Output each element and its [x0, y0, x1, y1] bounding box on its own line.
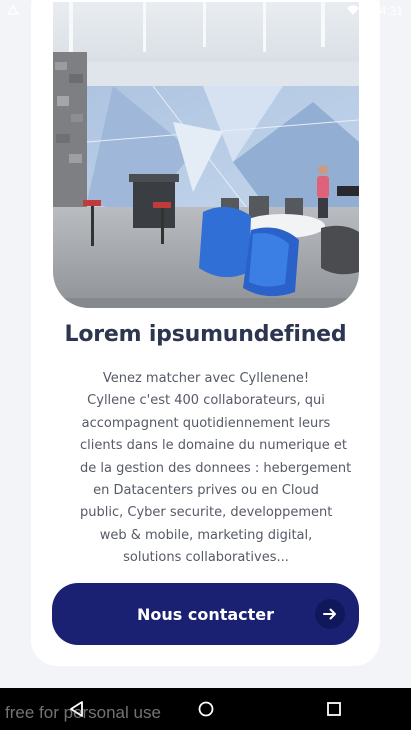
status-icons: 4:31 [346, 3, 403, 19]
status-bar: 4:31 [0, 0, 411, 22]
description-line: solutions collaboratives... [123, 550, 289, 566]
description-line: accompagnent quotidiennement leurs [81, 415, 331, 431]
home-icon[interactable] [193, 696, 219, 722]
arrow-right-icon [315, 599, 345, 629]
description-line: de la gestion des donnees : hebergement [80, 460, 352, 476]
description-line: en Datacenters prives ou en Cloud [93, 483, 319, 499]
status-time: 4:31 [379, 4, 403, 18]
notification-icon [6, 3, 20, 20]
office-lounge-photo [53, 2, 359, 308]
card-title: Lorem ipsumundefined [64, 322, 347, 347]
back-icon[interactable] [64, 696, 90, 722]
android-nav-bar [0, 688, 411, 730]
recent-apps-icon[interactable] [321, 696, 347, 722]
description-line: Venez matcher avec Cyllenene! [102, 371, 310, 386]
contact-button-label: Nous contacter [136, 604, 275, 624]
description-line: web & mobile, marketing digital, [99, 527, 313, 543]
description-line: clients dans le domaine du numerique et [80, 438, 347, 454]
wifi-icon [346, 4, 360, 19]
card-description: Venez matcher avec Cyllenene! Cyllene c'… [80, 368, 352, 570]
app-screen: 4:31 Lorem ipsumundefined Venez matcher … [0, 0, 411, 730]
contact-button[interactable]: Nous contacter [52, 583, 359, 645]
battery-icon [366, 3, 374, 19]
description-line: Cyllene c'est 400 collaborateurs, qui [87, 393, 325, 409]
description-line: public, Cyber securite, developpement [80, 505, 333, 521]
